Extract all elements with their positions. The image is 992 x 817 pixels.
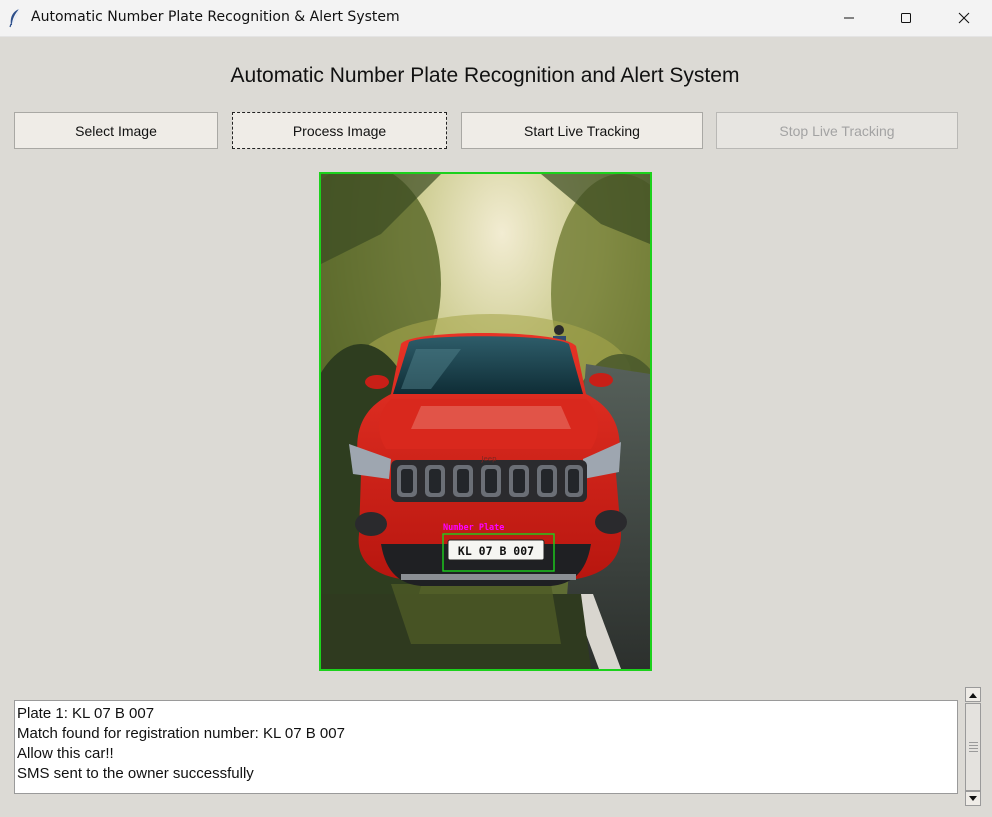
page-title: Automatic Number Plate Recognition and A… bbox=[230, 64, 740, 87]
scroll-thumb[interactable] bbox=[965, 703, 981, 791]
window-title: Automatic Number Plate Recognition & Ale… bbox=[31, 9, 400, 25]
maximize-icon bbox=[901, 13, 911, 23]
detection-label: Number Plate bbox=[443, 523, 504, 533]
plate-text: KL 07 B 007 bbox=[458, 544, 534, 558]
minimize-icon bbox=[844, 17, 854, 19]
feather-icon bbox=[9, 8, 20, 28]
title-bar: Automatic Number Plate Recognition & Ale… bbox=[0, 0, 992, 37]
process-image-button[interactable]: Process Image bbox=[232, 112, 447, 149]
car-photo: Jeep KL 07 B 007 Number Plate bbox=[321, 174, 650, 669]
minimize-button[interactable] bbox=[826, 0, 872, 36]
scroll-up-button[interactable] bbox=[965, 687, 981, 702]
car-badge: Jeep bbox=[480, 455, 497, 463]
close-button[interactable] bbox=[941, 0, 987, 36]
arrow-up-icon bbox=[969, 692, 977, 698]
maximize-button[interactable] bbox=[883, 0, 929, 36]
processed-car-image: Jeep KL 07 B 007 Number Plate bbox=[319, 172, 652, 671]
log-line: Allow this car!! bbox=[17, 745, 114, 762]
log-line: SMS sent to the owner successfully bbox=[17, 765, 254, 782]
scroll-down-button[interactable] bbox=[965, 791, 981, 806]
arrow-down-icon bbox=[969, 795, 977, 801]
select-image-button[interactable]: Select Image bbox=[14, 112, 218, 149]
log-scrollbar[interactable] bbox=[965, 687, 983, 807]
result-log[interactable]: Plate 1: KL 07 B 007 Match found for reg… bbox=[14, 700, 958, 794]
log-line: Plate 1: KL 07 B 007 bbox=[17, 705, 155, 722]
start-live-tracking-button[interactable]: Start Live Tracking bbox=[461, 112, 703, 149]
log-line: Match found for registration number: KL … bbox=[17, 725, 345, 742]
close-icon bbox=[958, 12, 970, 24]
stop-live-tracking-button: Stop Live Tracking bbox=[716, 112, 958, 149]
